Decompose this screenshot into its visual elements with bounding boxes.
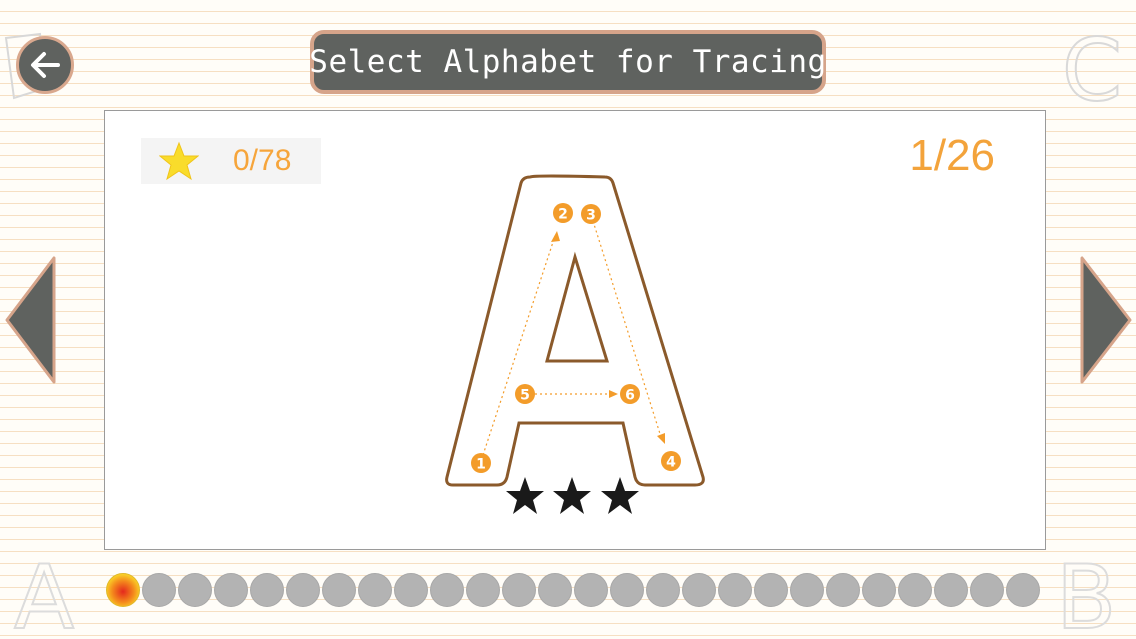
progress-dot[interactable] bbox=[646, 573, 680, 607]
progress-dot[interactable] bbox=[574, 573, 608, 607]
next-letter-button[interactable] bbox=[1078, 255, 1134, 385]
progress-dot[interactable] bbox=[790, 573, 824, 607]
progress-dot[interactable] bbox=[934, 573, 968, 607]
chevron-right-icon bbox=[1080, 256, 1132, 384]
progress-dot[interactable] bbox=[862, 573, 896, 607]
progress-dot[interactable] bbox=[538, 573, 572, 607]
progress-dot[interactable] bbox=[754, 573, 788, 607]
rating-stars bbox=[506, 477, 639, 514]
progress-dot[interactable] bbox=[898, 573, 932, 607]
svg-text:3: 3 bbox=[586, 208, 596, 224]
progress-dot[interactable] bbox=[430, 573, 464, 607]
chevron-left-icon bbox=[5, 256, 56, 384]
letter-progress bbox=[106, 573, 1046, 609]
stroke-marker-6: 6 bbox=[620, 384, 640, 404]
previous-letter-button[interactable] bbox=[4, 255, 58, 385]
rating-star-icon bbox=[601, 477, 639, 514]
letter-tracing-area[interactable]: 1 2 3 4 5 6 bbox=[105, 111, 1045, 549]
progress-dot[interactable] bbox=[358, 573, 392, 607]
rating-star-icon bbox=[553, 477, 591, 514]
stroke-marker-4: 4 bbox=[661, 451, 681, 471]
back-button[interactable] bbox=[16, 36, 74, 94]
progress-dot[interactable] bbox=[826, 573, 860, 607]
decorative-letter-a: A bbox=[13, 550, 75, 635]
progress-dot[interactable] bbox=[250, 573, 284, 607]
progress-dot[interactable] bbox=[178, 573, 212, 607]
rating-star-icon bbox=[506, 477, 544, 514]
stroke-marker-3: 3 bbox=[581, 204, 601, 224]
decorative-letter-b-text: B bbox=[1056, 548, 1116, 634]
svg-text:1: 1 bbox=[476, 457, 486, 473]
progress-dot[interactable] bbox=[394, 573, 428, 607]
progress-dot[interactable] bbox=[322, 573, 356, 607]
progress-dot[interactable] bbox=[466, 573, 500, 607]
progress-dot[interactable] bbox=[286, 573, 320, 607]
progress-dot[interactable] bbox=[1006, 573, 1040, 607]
progress-dot[interactable] bbox=[502, 573, 536, 607]
decorative-letter-b: B bbox=[1055, 548, 1117, 634]
progress-dot[interactable] bbox=[970, 573, 1004, 607]
progress-dot[interactable] bbox=[718, 573, 752, 607]
progress-dot-current[interactable] bbox=[106, 573, 140, 607]
stroke-marker-5: 5 bbox=[515, 384, 535, 404]
title-bar: Select Alphabet for Tracing bbox=[309, 30, 827, 94]
decorative-letter-a-text: A bbox=[14, 550, 74, 635]
stroke-marker-1: 1 bbox=[471, 453, 491, 473]
svg-text:6: 6 bbox=[625, 388, 635, 404]
svg-text:5: 5 bbox=[520, 388, 530, 404]
stroke-marker-2: 2 bbox=[553, 203, 573, 223]
page-title: Select Alphabet for Tracing bbox=[309, 44, 827, 80]
tracing-card: 0/78 1/26 1 2 3 4 5 6 bbox=[104, 110, 1046, 550]
progress-dot[interactable] bbox=[214, 573, 248, 607]
decorative-letter-c: C bbox=[1061, 28, 1123, 108]
decorative-letter-c-text: C bbox=[1062, 28, 1122, 108]
progress-dot[interactable] bbox=[682, 573, 716, 607]
arrow-left-icon bbox=[31, 52, 60, 78]
progress-dot[interactable] bbox=[610, 573, 644, 607]
progress-dot[interactable] bbox=[142, 573, 176, 607]
svg-text:4: 4 bbox=[666, 455, 676, 471]
svg-text:2: 2 bbox=[558, 207, 568, 223]
